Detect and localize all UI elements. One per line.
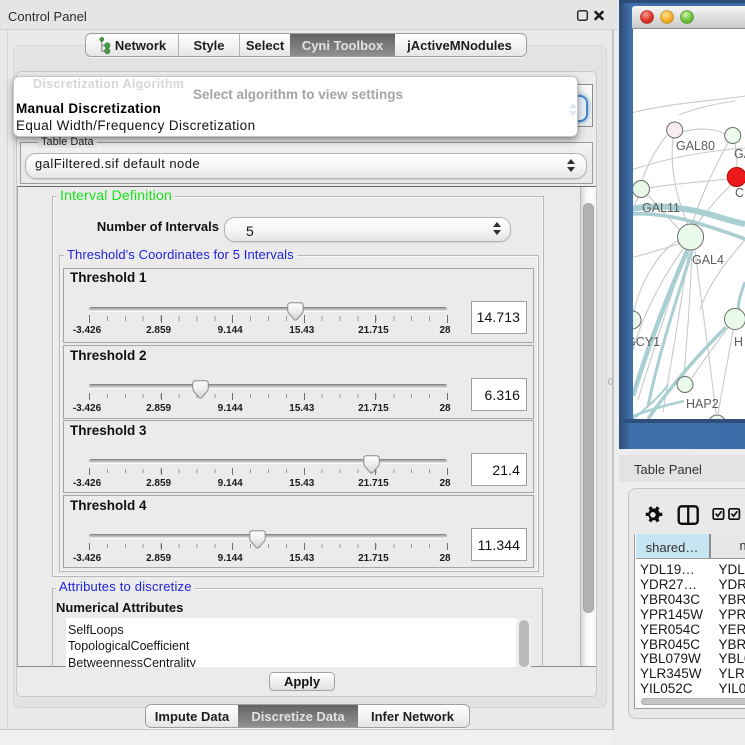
svg-text:C: C [735,186,744,200]
svg-text:GAL4: GAL4 [692,253,724,267]
svg-text:GAL80: GAL80 [676,139,715,153]
svg-text:HAP2: HAP2 [686,397,719,411]
svg-text:GA: GA [734,147,745,161]
svg-text:GCY1: GCY1 [633,335,660,349]
svg-text:GAL11: GAL11 [642,201,680,215]
svg-text:H: H [734,335,743,349]
